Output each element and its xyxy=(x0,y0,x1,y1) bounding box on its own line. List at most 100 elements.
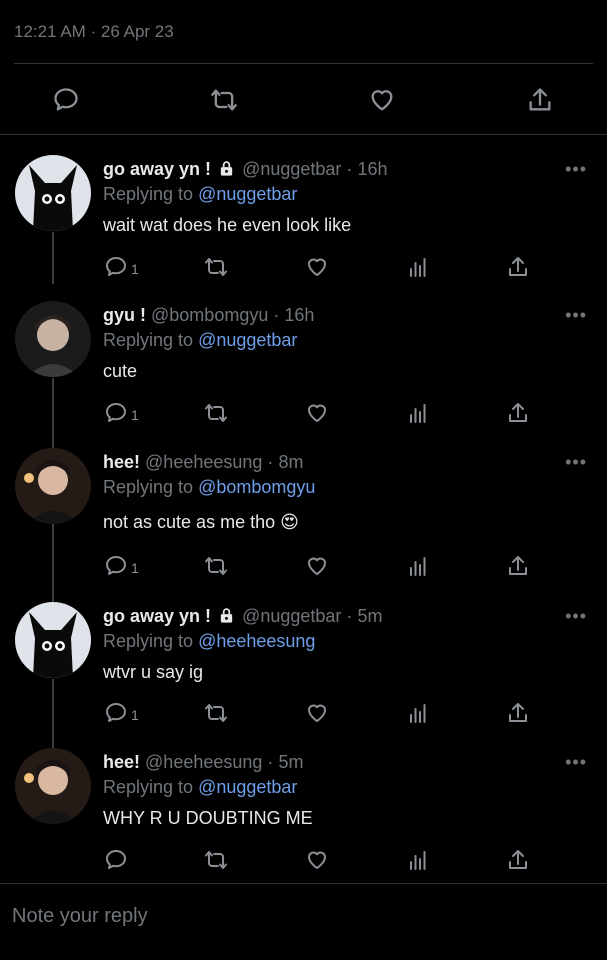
reply-count: 1 xyxy=(131,407,139,423)
avatar[interactable] xyxy=(15,155,91,231)
like-button[interactable] xyxy=(366,84,398,116)
retweet-icon xyxy=(211,89,237,111)
handle[interactable]: @heeheesung xyxy=(145,752,262,772)
heart-icon xyxy=(308,704,326,722)
handle[interactable]: @nuggetbar xyxy=(242,606,341,626)
heart-icon xyxy=(308,404,326,422)
comment-icon xyxy=(54,88,78,111)
retweet-button[interactable] xyxy=(204,399,228,427)
analytics-button[interactable] xyxy=(406,253,430,281)
heart-icon xyxy=(308,557,326,575)
black-cat-avatar-icon xyxy=(15,155,91,231)
display-name[interactable]: hee! xyxy=(103,752,140,772)
more-options-button[interactable]: ••• xyxy=(565,752,587,773)
share-button[interactable] xyxy=(506,552,530,580)
retweet-button[interactable] xyxy=(204,699,228,727)
tweet-actions: 1 xyxy=(0,399,607,427)
tweet-time: 16h xyxy=(357,159,388,179)
tweet-text: wait wat does he even look like xyxy=(103,215,352,235)
more-options-button[interactable]: ••• xyxy=(565,452,587,473)
handle[interactable]: @heeheesung xyxy=(145,452,262,472)
reply-button[interactable]: 1 xyxy=(104,399,139,427)
divider xyxy=(14,63,593,64)
mention-link[interactable]: @heeheesung xyxy=(198,631,315,651)
tweet-header: go away yn ! @nuggetbar · 16h xyxy=(103,159,388,179)
share-icon xyxy=(529,88,551,111)
handle[interactable]: @bombomgyu xyxy=(151,305,268,325)
tweet-text: not as cute as me tho 😍 xyxy=(103,512,299,532)
share-button[interactable] xyxy=(506,699,530,727)
analytics-button[interactable] xyxy=(406,399,430,427)
handle[interactable]: @nuggetbar xyxy=(242,159,341,179)
tweet-actions xyxy=(0,846,607,874)
replying-to: Replying to @nuggetbar xyxy=(103,330,298,350)
analytics-button[interactable] xyxy=(406,699,430,727)
replying-to: Replying to @nuggetbar xyxy=(103,184,298,204)
retweet-button[interactable] xyxy=(208,84,240,116)
share-icon xyxy=(509,850,527,869)
tweet-header: hee! @heeheesung · 5m xyxy=(103,752,304,772)
reply-button[interactable] xyxy=(50,84,82,116)
main-tweet-action-bar xyxy=(0,76,607,124)
tweet-timestamp: 12:21 AM · 26 Apr 23 xyxy=(14,22,174,41)
person-avatar-icon xyxy=(15,448,91,524)
retweet-button[interactable] xyxy=(204,846,228,874)
share-button[interactable] xyxy=(506,399,530,427)
display-name[interactable]: go away yn ! xyxy=(103,606,211,626)
avatar[interactable] xyxy=(15,602,91,678)
comment-icon xyxy=(106,403,126,422)
share-button[interactable] xyxy=(506,846,530,874)
mention-link[interactable]: @nuggetbar xyxy=(198,777,297,797)
heart-icon xyxy=(371,90,393,111)
mention-link[interactable]: @nuggetbar xyxy=(198,330,297,350)
mention-link[interactable]: @bombomgyu xyxy=(198,477,315,497)
comment-icon xyxy=(106,257,126,276)
more-options-button[interactable]: ••• xyxy=(565,606,587,627)
share-button[interactable] xyxy=(524,84,556,116)
reply-button[interactable]: 1 xyxy=(104,552,139,580)
like-button[interactable] xyxy=(305,699,329,727)
comment-icon xyxy=(106,703,126,722)
retweet-button[interactable] xyxy=(204,552,228,580)
tweet-time: 16h xyxy=(284,305,315,325)
display-name[interactable]: gyu ! xyxy=(103,305,146,325)
analytics-button[interactable] xyxy=(406,552,430,580)
reply-input[interactable]: Note your reply xyxy=(12,905,148,928)
analytics-icon xyxy=(410,851,426,870)
analytics-icon xyxy=(410,704,426,723)
retweet-button[interactable] xyxy=(204,253,228,281)
like-button[interactable] xyxy=(305,253,329,281)
analytics-icon xyxy=(410,404,426,423)
tweet-header: gyu ! @bombomgyu · 16h xyxy=(103,305,315,325)
tweet-header: go away yn ! @nuggetbar · 5m xyxy=(103,606,383,626)
replying-to: Replying to @heeheesung xyxy=(103,631,316,651)
share-button[interactable] xyxy=(506,253,530,281)
avatar[interactable] xyxy=(15,748,91,824)
reply-count: 1 xyxy=(131,261,139,277)
like-button[interactable] xyxy=(305,399,329,427)
display-name[interactable]: hee! xyxy=(103,452,140,472)
more-options-button[interactable]: ••• xyxy=(565,159,587,180)
retweet-icon xyxy=(205,851,227,869)
reply-button[interactable]: 1 xyxy=(104,699,139,727)
avatar[interactable] xyxy=(15,448,91,524)
share-icon xyxy=(509,703,527,722)
reply-button[interactable]: 1 xyxy=(104,253,139,281)
like-button[interactable] xyxy=(305,552,329,580)
retweet-icon xyxy=(205,258,227,276)
tweet-time: 5m xyxy=(357,606,383,626)
display-name[interactable]: go away yn ! xyxy=(103,159,211,179)
heart-eyes-emoji: 😍 xyxy=(280,512,299,532)
more-options-button[interactable]: ••• xyxy=(565,305,587,326)
divider xyxy=(0,883,607,884)
reply-count: 1 xyxy=(131,560,139,576)
like-button[interactable] xyxy=(305,846,329,874)
avatar[interactable] xyxy=(15,301,91,377)
mention-link[interactable]: @nuggetbar xyxy=(198,184,297,204)
reply-button[interactable] xyxy=(104,846,128,874)
tweet-actions: 1 xyxy=(0,699,607,727)
comment-icon xyxy=(106,850,126,869)
heart-icon xyxy=(308,258,326,276)
analytics-button[interactable] xyxy=(406,846,430,874)
tweet-time: 8m xyxy=(278,452,304,472)
